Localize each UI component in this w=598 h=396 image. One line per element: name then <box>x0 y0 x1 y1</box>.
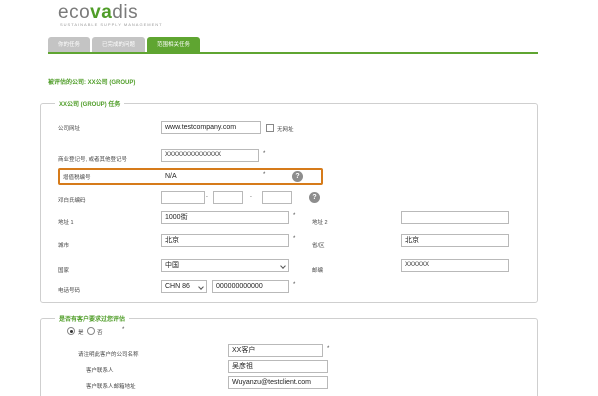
tax-id-required: * <box>263 172 266 178</box>
tab-underline <box>48 52 538 54</box>
address2-label: 地址 2 <box>312 220 328 226</box>
duns-separator-1: - <box>206 194 208 200</box>
address1-required: * <box>293 213 296 219</box>
logo-wordmark: ecovadis <box>58 2 139 23</box>
city-label: 城市 <box>58 243 70 249</box>
duns-input-2[interactable] <box>213 191 243 204</box>
logo-tagline: SUSTAINABLE SUPPLY MANAGEMENT <box>60 22 163 27</box>
city-required: * <box>293 236 296 242</box>
phone-label: 电话号码 <box>58 288 81 294</box>
client-contact-input[interactable]: 吴彦祖 <box>228 360 328 373</box>
client-name-label: 请注明此客户的公司名称 <box>78 352 139 358</box>
duns-input-3[interactable] <box>262 191 292 204</box>
country-select[interactable]: 中国 <box>161 259 289 272</box>
no-website-checkbox[interactable] <box>266 124 274 132</box>
client-email-label: 客户联系人邮箱地址 <box>86 384 136 390</box>
address1-input[interactable]: 1000街 <box>161 211 289 224</box>
duns-label: 邓白氏编码 <box>58 198 86 204</box>
radio-required: * <box>122 327 125 333</box>
no-website-label: 无网址 <box>277 127 294 133</box>
yes-radio[interactable] <box>67 327 75 335</box>
country-label: 国家 <box>58 268 70 274</box>
address2-input[interactable] <box>401 211 509 224</box>
phone-input[interactable]: 000000000000 <box>212 280 289 293</box>
duns-separator-2: - <box>250 194 252 200</box>
no-radio[interactable] <box>87 327 95 335</box>
ecovadis-logo: ecovadis SUSTAINABLE SUPPLY MANAGEMENT <box>58 2 188 30</box>
duns-input-1[interactable] <box>161 191 205 204</box>
client-request-title: 是否有客户要求过您评估 <box>55 314 130 323</box>
zip-label: 邮编 <box>312 268 324 274</box>
client-name-required: * <box>327 346 330 352</box>
registration-label: 商业登记号, 或者其他登记号 <box>58 157 128 163</box>
tab-bar: 你的任务 已完成的问题 范围相关任务 <box>48 37 201 53</box>
tab-scope-tasks[interactable]: 范围相关任务 <box>147 37 201 53</box>
no-label: 否 <box>97 330 103 336</box>
address1-label: 地址 1 <box>58 220 74 226</box>
client-name-input[interactable]: XX客户 <box>228 344 323 357</box>
website-label: 公司网址 <box>58 126 81 132</box>
client-email-input[interactable]: Wuyanzu@testclient.com <box>228 376 328 389</box>
tab-your-tasks[interactable]: 你的任务 <box>48 37 91 53</box>
duns-help-icon[interactable]: ? <box>309 192 320 203</box>
tax-help-icon[interactable]: ? <box>292 171 303 182</box>
zip-input[interactable]: XXXXXX <box>401 259 509 272</box>
tax-id-label: 增值税编号 <box>63 175 91 181</box>
company-info-title: XX公司 (GROUP) 任务 <box>55 99 125 108</box>
country-value: 中国 <box>165 262 179 269</box>
province-label: 省/区 <box>312 243 325 249</box>
registration-input[interactable]: XXXXXXXXXXXXXX <box>161 149 259 162</box>
phone-code-select[interactable]: CHN 86 <box>161 280 207 293</box>
website-input[interactable]: www.testcompany.com <box>161 121 261 134</box>
city-input[interactable]: 北京 <box>161 234 289 247</box>
registration-required: * <box>263 151 266 157</box>
phone-code-value: CHN 86 <box>165 283 190 290</box>
tab-completed-questions[interactable]: 已完成的问题 <box>92 37 146 53</box>
client-contact-label: 客户联系人 <box>86 368 114 374</box>
province-input[interactable]: 北京 <box>401 234 509 247</box>
yes-label: 是 <box>78 330 84 336</box>
phone-required: * <box>293 282 296 288</box>
tax-id-input[interactable]: N/A <box>161 170 259 183</box>
page-title: 被评估的公司: XX公司 (GROUP) <box>48 80 136 86</box>
